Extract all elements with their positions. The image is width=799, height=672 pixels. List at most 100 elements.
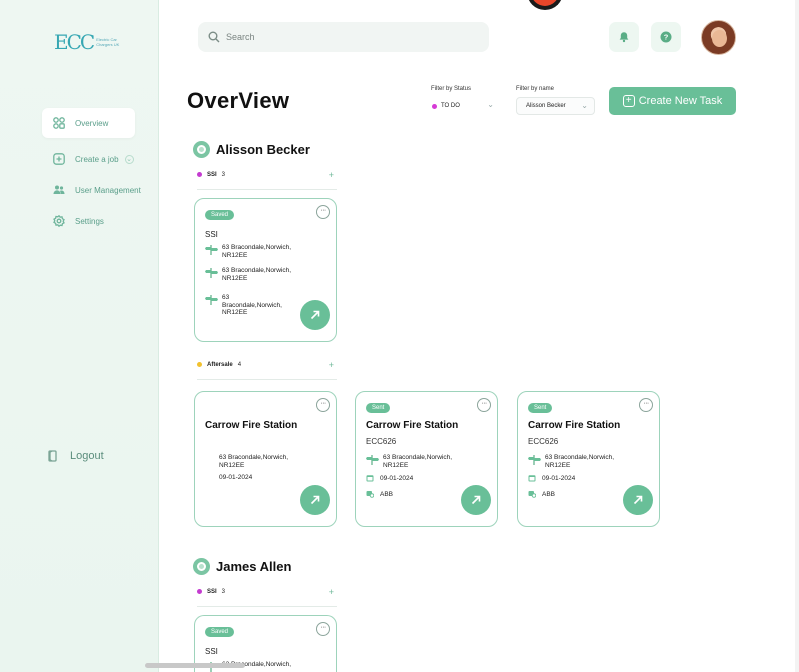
- job-date: 09-01-2024: [380, 474, 414, 482]
- more-options-icon[interactable]: ···: [477, 398, 491, 412]
- address-row: 63 Bracondale,Norwich, NR12EE: [205, 294, 282, 317]
- group-dot: [197, 172, 202, 177]
- logout-icon: [48, 450, 57, 462]
- group-row-aftersale: Aftersale 4 +: [197, 358, 337, 380]
- more-options-icon[interactable]: ···: [316, 622, 330, 636]
- address-text: 63 Bracondale,Norwich, NR12EE: [222, 294, 282, 316]
- sidebar-item-settings[interactable]: Settings: [42, 206, 104, 236]
- horizontal-scrollbar[interactable]: [145, 663, 245, 668]
- search-bar[interactable]: [198, 22, 489, 52]
- more-options-icon[interactable]: ···: [316, 205, 330, 219]
- status-badge: Sent: [366, 403, 391, 413]
- add-icon[interactable]: +: [329, 170, 334, 180]
- tag-icon: [528, 491, 536, 498]
- chevron-down-icon[interactable]: ⌄: [124, 154, 134, 164]
- person-name: Alisson Becker: [216, 142, 310, 157]
- notifications-button[interactable]: [609, 22, 639, 52]
- more-options-icon[interactable]: ···: [639, 398, 653, 412]
- address-text: 63 Bracondale,Norwich, NR12EE: [222, 267, 292, 282]
- signpost-icon: [205, 268, 218, 278]
- address-row: 63 Bracondale,Norwich, NR12EE: [205, 244, 317, 259]
- person-status-icon: [193, 558, 210, 575]
- svg-text:?: ?: [664, 33, 669, 42]
- group-count: 3: [221, 588, 226, 595]
- bell-icon: [619, 32, 629, 43]
- signpost-icon: [205, 295, 218, 305]
- add-icon[interactable]: +: [329, 360, 334, 370]
- filter-status-value: TO DO: [441, 103, 460, 109]
- person-header: James Allen: [193, 558, 291, 575]
- users-icon: [53, 185, 65, 194]
- sidebar: ECC Electric Car Chargers UK Overview Cr…: [0, 0, 159, 672]
- person-name: James Allen: [216, 559, 292, 574]
- open-card-button[interactable]: [300, 485, 330, 515]
- ecc-logo[interactable]: ECC Electric Car Chargers UK: [54, 30, 120, 54]
- arrow-up-right-icon: [633, 495, 643, 505]
- job-card[interactable]: ··· Carrow Fire Station 63 Bracondale,No…: [194, 391, 337, 527]
- logout-label: Logout: [70, 450, 104, 462]
- sidebar-item-label: User Management: [75, 185, 141, 195]
- more-options-icon[interactable]: ···: [316, 398, 330, 412]
- tag-row: ABB: [528, 490, 555, 498]
- sidebar-item-create-job[interactable]: Create a job ⌄: [42, 144, 134, 174]
- address-text: 63 Bracondale,Norwich, NR12EE: [219, 454, 289, 469]
- group-row-ssi: SSI 3 +: [197, 585, 337, 607]
- address-row: 63 Bracondale,Norwich, NR12EE: [528, 454, 637, 469]
- tag-row: ABB: [366, 490, 393, 498]
- calendar-icon: [528, 475, 536, 482]
- address-text: 63 Bracondale,Norwich, NR12EE: [545, 454, 615, 469]
- job-tag: ABB: [542, 490, 556, 498]
- sidebar-item-label: Overview: [75, 118, 109, 128]
- search-input[interactable]: [226, 32, 466, 42]
- arrow-up-right-icon: [310, 495, 320, 505]
- group-dot: [197, 362, 202, 367]
- arrow-up-right-icon: [471, 495, 481, 505]
- group-row-ssi: SSI 3 +: [197, 168, 337, 190]
- help-button[interactable]: ?: [651, 22, 681, 52]
- group-count: 4: [237, 361, 242, 368]
- signpost-icon: [528, 455, 541, 465]
- card-title: Carrow Fire Station: [366, 420, 459, 431]
- sidebar-item-user-management[interactable]: User Management: [42, 175, 141, 205]
- address-row: 63 Bracondale,Norwich, NR12EE: [366, 454, 475, 469]
- status-badge: Sent: [528, 403, 553, 413]
- chevron-down-icon: ⌄: [581, 101, 588, 110]
- tag-icon: [366, 491, 374, 498]
- create-new-task-button[interactable]: + Create New Task: [609, 87, 736, 115]
- open-card-button[interactable]: [623, 485, 653, 515]
- signpost-icon: [205, 245, 218, 255]
- filter-name-select[interactable]: Alisson Becker ⌄: [516, 97, 595, 115]
- open-card-button[interactable]: [300, 300, 330, 330]
- job-card[interactable]: Sent ··· Carrow Fire Station ECC626 63 B…: [517, 391, 660, 527]
- filter-status-select[interactable]: TO DO ⌄: [426, 97, 500, 115]
- status-badge: Saved: [205, 210, 235, 220]
- search-icon: [208, 31, 220, 43]
- user-avatar[interactable]: [701, 20, 736, 55]
- job-card[interactable]: Saved ··· SSI 63 Bracondale,Norwich, NR1…: [194, 198, 337, 342]
- group-count: 3: [221, 171, 226, 178]
- job-date: 09-01-2024: [542, 474, 576, 482]
- create-new-task-label: Create New Task: [638, 95, 723, 107]
- card-title: SSI: [205, 647, 218, 656]
- date-row: 09-01-2024: [528, 474, 575, 482]
- address-text: 63 Bracondale,Norwich, NR12EE: [222, 244, 292, 259]
- calendar-icon: [366, 475, 374, 482]
- address-text: 63 Bracondale,Norwich, NR12EE: [383, 454, 453, 469]
- sidebar-item-label: Settings: [75, 216, 104, 226]
- grid-icon: [53, 117, 65, 129]
- add-icon[interactable]: +: [329, 587, 334, 597]
- person-header: Alisson Becker: [193, 141, 310, 158]
- logout-button[interactable]: Logout: [48, 450, 104, 462]
- group-name: Aftersale: [207, 361, 233, 368]
- filter-name-label: Filter by name: [516, 86, 555, 92]
- status-badge: Saved: [205, 627, 235, 637]
- group-name: SSI: [207, 588, 217, 595]
- open-card-button[interactable]: [461, 485, 491, 515]
- sidebar-item-overview[interactable]: Overview: [42, 108, 135, 138]
- plus-icon: +: [622, 95, 635, 107]
- page-title: OverView: [187, 88, 290, 113]
- vertical-scrollbar[interactable]: [795, 0, 799, 672]
- job-card[interactable]: Sent ··· Carrow Fire Station ECC626 63 B…: [355, 391, 498, 527]
- job-code: ECC626: [366, 437, 397, 446]
- arrow-up-right-icon: [310, 310, 320, 320]
